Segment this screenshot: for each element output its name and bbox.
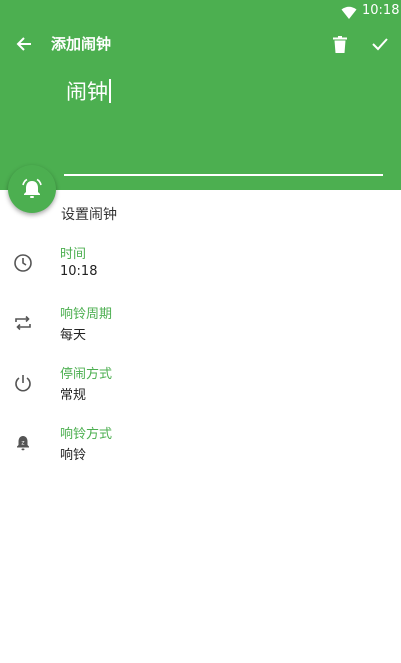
- alarm-fab-button[interactable]: [8, 165, 56, 213]
- input-underline: [64, 174, 383, 176]
- app-header: 10:18 添加闹钟 闹钟: [0, 0, 401, 190]
- text-cursor: [109, 79, 111, 103]
- setting-label: 响铃方式: [60, 427, 113, 442]
- status-time: 10:18: [362, 3, 400, 18]
- check-icon: [372, 38, 388, 51]
- power-icon: [13, 373, 33, 393]
- delete-button[interactable]: [328, 32, 352, 56]
- save-button[interactable]: [368, 32, 392, 56]
- setting-value: 响铃: [60, 448, 87, 463]
- alarm-name-value: 闹钟: [66, 80, 108, 104]
- setting-row-repeat[interactable]: 响铃周期 每天: [0, 303, 401, 359]
- clock-icon: [13, 253, 33, 273]
- setting-row-stop-mode[interactable]: 停闹方式 常规: [0, 363, 401, 419]
- setting-row-time[interactable]: 时间 10:18: [0, 243, 401, 299]
- section-title: 设置闹钟: [61, 207, 117, 223]
- setting-row-ring-mode[interactable]: z 响铃方式 响铃: [0, 423, 401, 479]
- bell-icon: z: [13, 433, 33, 453]
- page-title: 添加闹钟: [51, 35, 112, 53]
- setting-label: 时间: [60, 247, 87, 262]
- setting-value: 每天: [60, 328, 87, 343]
- trash-icon: [333, 35, 347, 53]
- arrow-left-icon: [16, 37, 31, 51]
- svg-text:z: z: [21, 440, 24, 447]
- repeat-icon: [13, 313, 33, 333]
- setting-value: 常规: [60, 388, 87, 403]
- toolbar: 添加闹钟: [0, 24, 401, 64]
- wifi-icon: [341, 5, 357, 19]
- setting-value: 10:18: [60, 264, 98, 279]
- setting-label: 停闹方式: [60, 367, 113, 382]
- setting-label: 响铃周期: [60, 307, 113, 322]
- alarm-name-input[interactable]: 闹钟: [66, 78, 111, 106]
- back-button[interactable]: [10, 32, 38, 56]
- alarm-bell-icon: [22, 178, 42, 198]
- status-bar: 10:18: [0, 0, 401, 24]
